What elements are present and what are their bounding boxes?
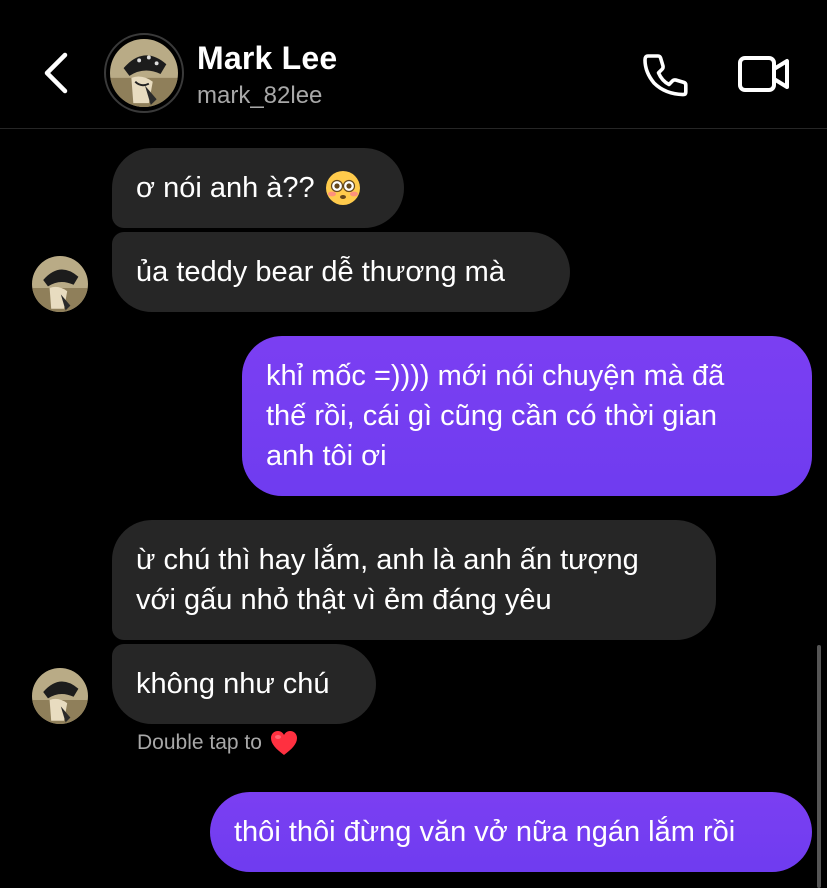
message-text: không như chú [136, 668, 330, 700]
message-text-line: khỉ mốc =)))) mới nói chuyện mà đã [266, 360, 725, 392]
message-bubble-incoming[interactable]: ủa teddy bear dễ thương mà [112, 232, 570, 312]
message-bubble-outgoing[interactable]: khỉ mốc =)))) mới nói chuyện mà đã thế r… [242, 336, 812, 496]
message-text-line: anh tôi ơi [266, 440, 387, 472]
contact-username[interactable]: mark_82lee [197, 82, 322, 110]
message-text-line: ừ chú thì hay lắm, anh là anh ấn tượng [136, 544, 639, 576]
message-text: ơ nói anh à?? [136, 172, 315, 204]
profile-avatar[interactable] [104, 33, 184, 113]
sender-avatar[interactable] [32, 668, 88, 724]
flushed-face-emoji [325, 171, 360, 205]
chevron-left-icon [44, 52, 68, 94]
audio-call-button[interactable] [638, 50, 692, 100]
video-call-button[interactable] [736, 51, 792, 97]
message-bubble-incoming[interactable]: không như chú [112, 644, 376, 724]
double-tap-text: Double tap to [137, 731, 262, 754]
message-bubble-incoming[interactable]: ơ nói anh à?? [112, 148, 404, 228]
message-text: ủa teddy bear dễ thương mà [136, 256, 505, 288]
sender-avatar[interactable] [32, 256, 88, 312]
message-bubble-outgoing[interactable]: thôi thôi đừng văn vở nữa ngán lắm rồi [210, 792, 812, 872]
video-camera-icon [738, 56, 789, 92]
avatar-image [110, 39, 178, 107]
message-bubble-incoming[interactable]: ừ chú thì hay lắm, anh là anh ấn tượng v… [112, 520, 716, 640]
message-text-line: với gấu nhỏ thật vì ẻm đáng yêu [136, 584, 552, 616]
chat-screen: Mark Lee mark_82lee ơ nói anh à?? ủa ted… [0, 0, 827, 888]
back-button[interactable] [38, 50, 74, 96]
heart-icon[interactable] [270, 730, 298, 756]
scrollbar[interactable] [817, 645, 821, 888]
message-text: thôi thôi đừng văn vở nữa ngán lắm rồi [234, 816, 736, 848]
chat-header: Mark Lee mark_82lee [0, 0, 827, 129]
message-text-line: thế rồi, cái gì cũng cần có thời gian [266, 400, 718, 432]
contact-name[interactable]: Mark Lee [197, 40, 337, 77]
double-tap-hint: Double tap to [137, 730, 298, 756]
phone-icon [643, 54, 688, 97]
